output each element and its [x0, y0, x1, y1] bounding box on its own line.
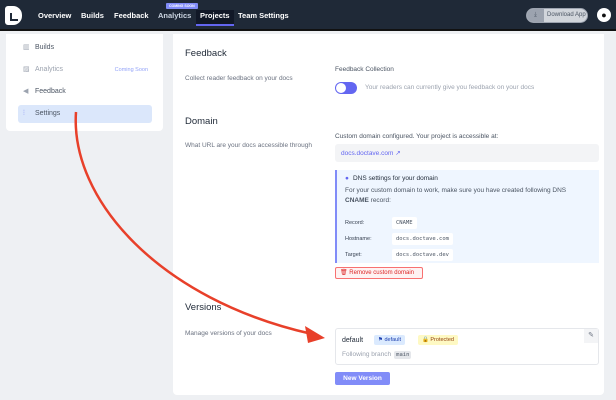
nav-overview[interactable]: Overview: [38, 11, 71, 20]
builds-icon: ▥: [23, 44, 30, 51]
feedback-status: Your readers can currently give you feed…: [365, 84, 535, 91]
versions-title: Versions: [185, 302, 222, 313]
version-card: default ⚑ default 🔒 Protected Following …: [335, 328, 599, 365]
external-link-icon[interactable]: ↗: [395, 150, 400, 157]
nav-feedback[interactable]: Feedback: [114, 11, 149, 20]
dns-row-target: Target: docs.doctave.dev: [345, 249, 453, 261]
chart-icon: ▨: [23, 66, 30, 73]
sidebar-item-feedback[interactable]: ◀ Feedback: [18, 83, 152, 101]
default-badge: ⚑ default: [374, 335, 405, 345]
sidebar-item-builds[interactable]: ▥ Builds: [18, 39, 152, 57]
download-icon: ⤓: [527, 9, 544, 22]
lock-icon: 🔒: [422, 337, 429, 343]
domain-link[interactable]: docs.doctave.com: [341, 150, 393, 157]
feedback-desc: Collect reader feedback on your docs: [185, 75, 293, 82]
edit-icon[interactable]: ✎: [584, 329, 598, 343]
sidebar-item-analytics[interactable]: ▨ Analytics Coming Soon: [18, 61, 152, 79]
nav-projects[interactable]: Projects: [196, 10, 234, 26]
protected-badge: 🔒 Protected: [418, 335, 458, 345]
branch-name: main: [394, 351, 412, 359]
domain-configured-text: Custom domain configured. Your project i…: [335, 133, 499, 140]
domain-url-box: docs.doctave.com ↗: [335, 144, 599, 162]
dns-row-record: Record: CNAME: [345, 217, 417, 229]
version-name: default: [342, 337, 364, 344]
settings-panel: Feedback Collect reader feedback on your…: [173, 34, 604, 395]
dns-settings: ● DNS settings for your domain For your c…: [335, 170, 599, 263]
user-avatar-icon[interactable]: ●: [597, 8, 611, 22]
feedback-collection-label: Feedback Collection: [335, 66, 394, 73]
coming-soon-label: Coming Soon: [114, 67, 148, 73]
coming-soon-badge: COMING SOON: [166, 3, 198, 9]
feedback-toggle[interactable]: [335, 82, 357, 94]
megaphone-icon: ◀: [23, 88, 29, 95]
sidebar: ▥ Builds ▨ Analytics Coming Soon ◀ Feedback …: [6, 34, 163, 131]
flag-icon: ⚑: [378, 337, 383, 343]
sidebar-item-settings[interactable]: ⫶ Settings: [18, 105, 152, 123]
logo[interactable]: [5, 6, 22, 25]
top-nav: Overview Builds Feedback COMING SOON Ana…: [0, 0, 616, 31]
dns-row-hostname: Hostname: docs.doctave.com: [345, 233, 453, 245]
info-icon: ●: [345, 175, 349, 182]
new-version-button[interactable]: New Version: [335, 372, 390, 385]
nav-builds[interactable]: Builds: [81, 11, 104, 20]
sliders-icon: ⫶: [23, 110, 25, 117]
download-app-button[interactable]: ⤓ Download App: [526, 8, 588, 23]
nav-team-settings[interactable]: Team Settings: [238, 11, 289, 20]
nav-analytics[interactable]: Analytics: [158, 11, 191, 20]
remove-custom-domain-button[interactable]: 🗑 Remove custom domain: [335, 267, 423, 279]
feedback-title: Feedback: [185, 48, 227, 59]
versions-desc: Manage versions of your docs: [185, 330, 272, 337]
trash-icon: 🗑: [340, 270, 348, 276]
domain-desc: What URL are your docs accessible throug…: [185, 142, 312, 149]
domain-title: Domain: [185, 116, 218, 127]
